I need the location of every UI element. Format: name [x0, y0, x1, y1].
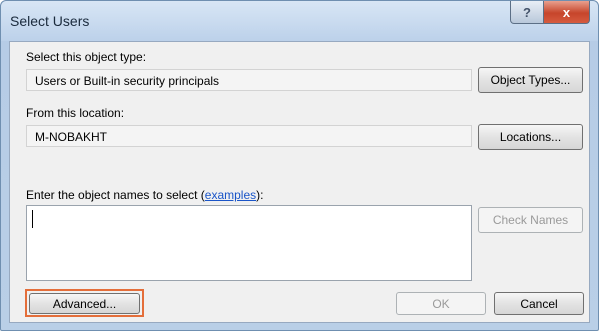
help-icon[interactable]: ?	[510, 1, 544, 24]
object-names-label: Enter the object names to select (exampl…	[26, 188, 263, 202]
close-icon[interactable]: x	[544, 1, 590, 24]
ok-button[interactable]: OK	[396, 292, 486, 315]
location-field: M-NOBAKHT	[26, 125, 472, 147]
object-type-label: Select this object type:	[26, 50, 147, 64]
object-names-label-prefix: Enter the object names to select (	[26, 188, 205, 202]
object-names-label-suffix: ):	[256, 188, 264, 202]
dialog-body: Select this object type: Users or Built-…	[9, 41, 590, 323]
text-caret	[32, 210, 33, 228]
cancel-button[interactable]: Cancel	[494, 292, 584, 315]
dialog-title: Select Users	[10, 13, 90, 29]
advanced-button[interactable]: Advanced...	[29, 293, 140, 314]
location-label: From this location:	[26, 106, 125, 120]
locations-button[interactable]: Locations...	[478, 124, 583, 150]
select-users-dialog: Select Users ? x Select this object type…	[0, 0, 599, 331]
examples-link[interactable]: examples	[205, 188, 256, 202]
check-names-button[interactable]: Check Names	[478, 207, 583, 233]
object-types-button[interactable]: Object Types...	[478, 67, 583, 93]
title-bar[interactable]: Select Users ? x	[1, 1, 598, 41]
object-type-field: Users or Built-in security principals	[26, 69, 472, 91]
title-bar-buttons: ? x	[510, 1, 590, 24]
object-names-input[interactable]	[26, 205, 472, 281]
